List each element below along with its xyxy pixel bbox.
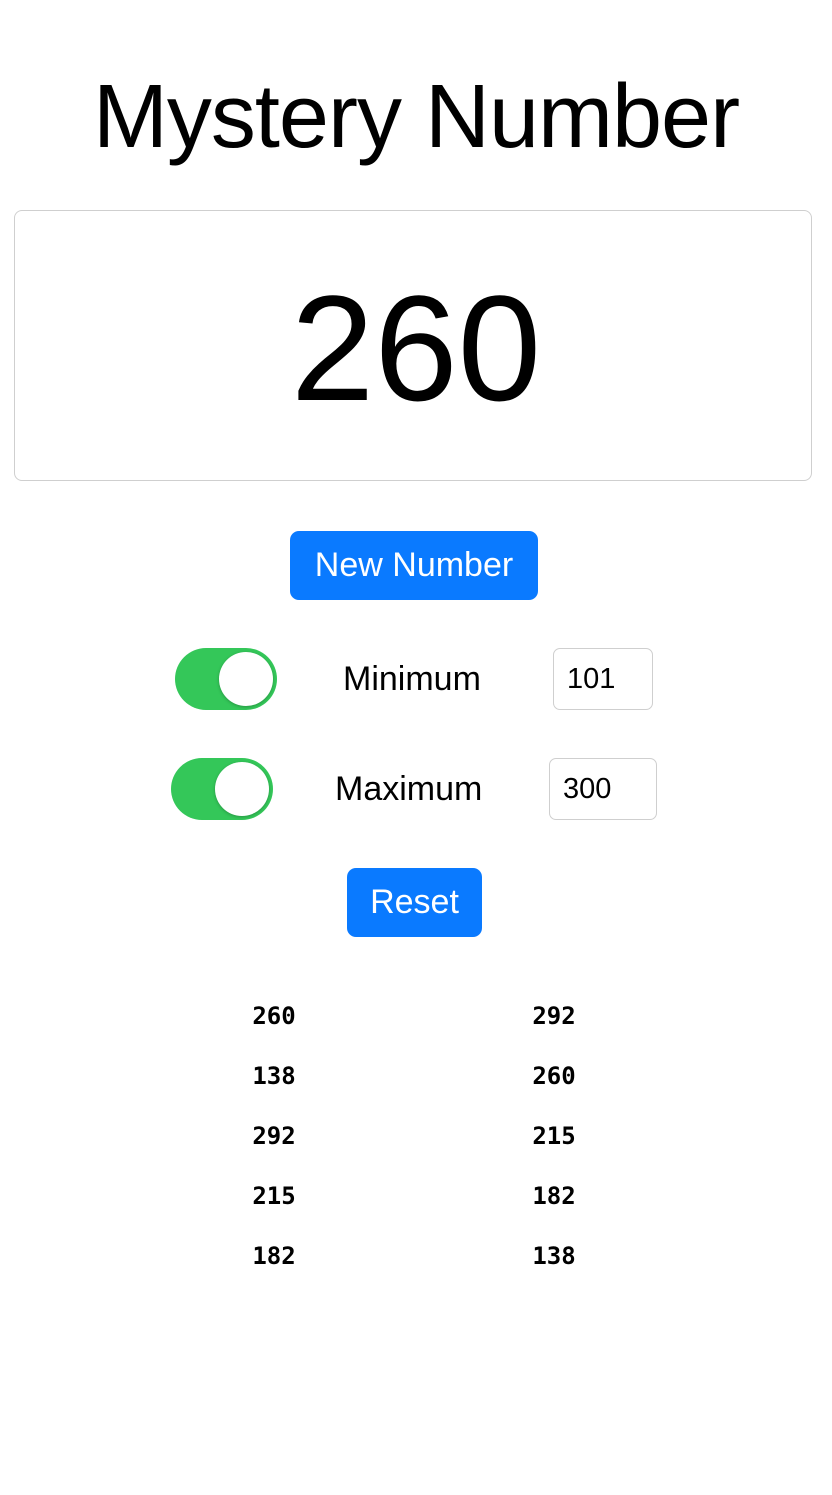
minimum-label: Minimum [343, 660, 481, 698]
page-title: Mystery Number [92, 67, 740, 167]
new-number-button[interactable]: New Number [290, 531, 538, 600]
history-item: 260 [252, 1002, 296, 1030]
history-item: 215 [532, 1122, 576, 1150]
history-item: 138 [532, 1242, 576, 1270]
minimum-toggle[interactable] [175, 648, 277, 710]
history-item: 182 [532, 1182, 576, 1210]
history-item: 215 [252, 1182, 296, 1210]
history-item: 260 [532, 1062, 576, 1090]
history-item: 138 [252, 1062, 296, 1090]
history-item: 182 [252, 1242, 296, 1270]
minimum-toggle-knob [219, 652, 273, 706]
maximum-toggle[interactable] [171, 758, 273, 820]
reset-button[interactable]: Reset [347, 868, 482, 937]
history-item: 292 [532, 1002, 576, 1030]
minimum-input[interactable] [553, 648, 653, 710]
history-column-left: 260 138 292 215 182 [214, 986, 334, 1286]
history-item: 292 [252, 1122, 296, 1150]
history-column-right: 292 260 215 182 138 [494, 986, 614, 1286]
current-number: 260 [290, 264, 542, 432]
maximum-label: Maximum [335, 770, 483, 808]
maximum-toggle-knob [215, 762, 269, 816]
maximum-input[interactable] [549, 758, 657, 820]
